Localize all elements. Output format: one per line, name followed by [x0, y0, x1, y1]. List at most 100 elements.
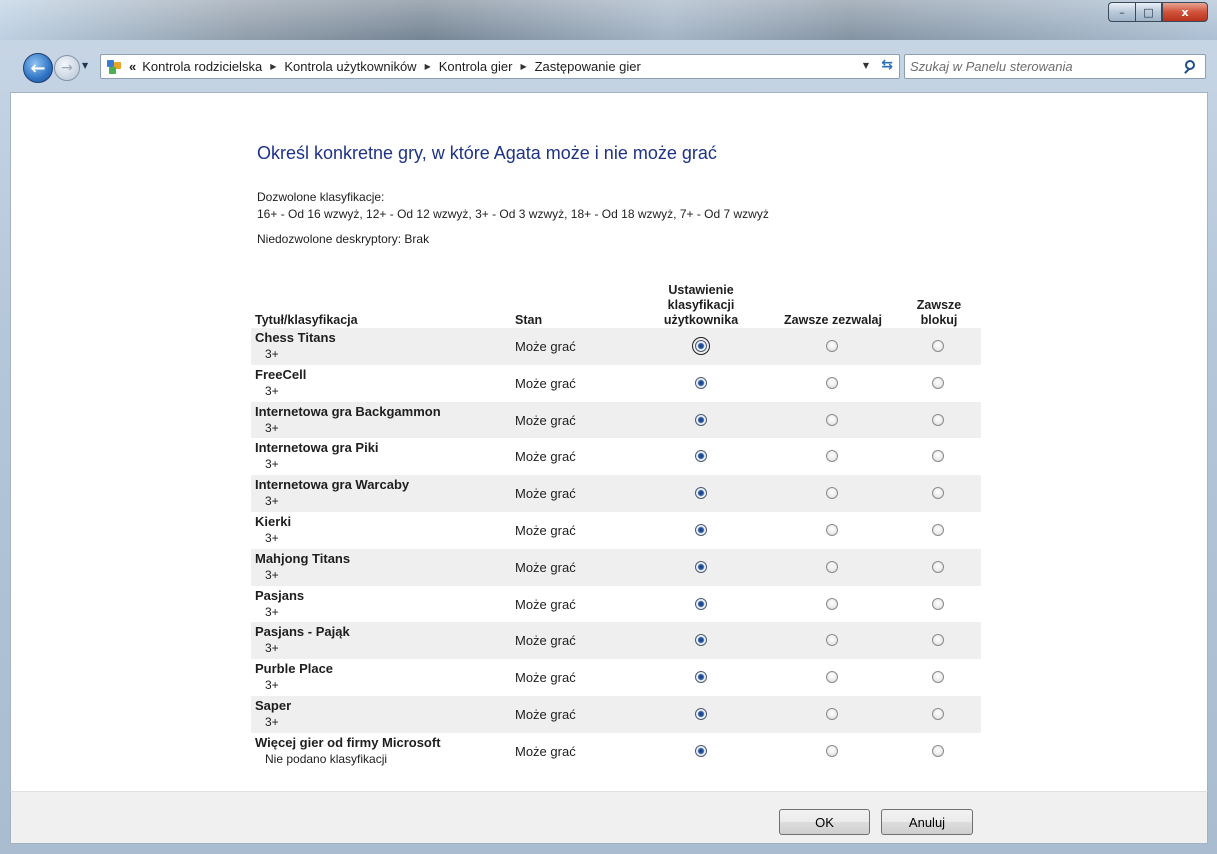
table-row: Purble Place 3+ Może grać	[251, 659, 981, 696]
game-title: Purble Place	[255, 661, 334, 677]
radio-always-block[interactable]	[932, 413, 944, 426]
radio-always-allow[interactable]	[826, 487, 838, 500]
minimize-button[interactable]: –	[1108, 2, 1135, 22]
radio-user-setting[interactable]	[695, 707, 707, 720]
game-status: Może grać	[515, 375, 576, 391]
arrow-left-icon: ←	[30, 57, 46, 79]
radio-always-allow[interactable]	[826, 560, 838, 573]
radio-user-setting[interactable]	[695, 671, 707, 684]
game-rating: 3+	[265, 567, 279, 582]
close-button[interactable]: x	[1162, 2, 1208, 22]
game-rating: 3+	[265, 420, 279, 435]
breadcrumb-overflow[interactable]: «	[129, 59, 136, 74]
main-content: Określ konkretne gry, w które Agata może…	[10, 92, 1208, 792]
address-bar[interactable]: « Kontrola rodzicielska ▶ Kontrola użytk…	[100, 54, 900, 79]
radio-always-allow[interactable]	[826, 597, 838, 610]
table-row: Internetowa gra Piki 3+ Może grać	[251, 438, 981, 475]
radio-always-allow[interactable]	[826, 450, 838, 463]
search-input[interactable]	[905, 59, 1183, 74]
game-status: Może grać	[515, 596, 576, 612]
table-row: Pasjans - Pająk 3+ Może grać	[251, 622, 981, 660]
refresh-icon[interactable]: ⇆	[881, 57, 893, 73]
title-bar[interactable]: – □ x	[0, 0, 1217, 40]
recent-pages-dropdown[interactable]: ▼	[82, 61, 92, 71]
radio-always-block[interactable]	[932, 597, 944, 610]
radio-user-setting[interactable]	[695, 450, 707, 463]
back-button[interactable]: ←	[23, 53, 53, 83]
game-rating: 3+	[265, 347, 279, 361]
table-row: Chess Titans 3+ Może grać	[251, 328, 981, 365]
radio-always-allow[interactable]	[826, 413, 838, 426]
dialog-footer: OK Anuluj	[10, 791, 1208, 844]
breadcrumb-item-game-controls[interactable]: Kontrola gier	[439, 59, 513, 74]
allowed-ratings-label: Dozwolone klasyfikacje:	[257, 190, 385, 204]
game-status: Może grać	[515, 522, 576, 538]
table-row: Pasjans 3+ Może grać	[251, 586, 981, 623]
radio-user-setting[interactable]	[695, 560, 707, 573]
radio-always-allow[interactable]	[826, 634, 838, 647]
radio-user-setting[interactable]	[695, 376, 707, 389]
breadcrumb: « Kontrola rodzicielska ▶ Kontrola użytk…	[129, 59, 641, 74]
disallowed-descriptors: Niedozwolone deskryptory: Brak	[257, 232, 430, 246]
game-title: FreeCell	[255, 366, 307, 382]
breadcrumb-item-user-controls[interactable]: Kontrola użytkowników	[284, 59, 416, 74]
breadcrumb-item-game-overrides[interactable]: Zastępowanie gier	[535, 59, 641, 74]
game-title: Saper	[255, 697, 292, 713]
column-header-always-allow: Zawsze zezwalaj	[784, 313, 882, 327]
chevron-right-icon[interactable]: ▶	[425, 62, 431, 71]
radio-user-setting[interactable]	[695, 523, 707, 536]
game-title: Chess Titans	[255, 330, 336, 345]
ok-button[interactable]: OK	[779, 809, 870, 835]
radio-always-block[interactable]	[932, 744, 944, 757]
radio-always-block[interactable]	[932, 450, 944, 463]
radio-always-allow[interactable]	[826, 523, 838, 536]
table-row: Internetowa gra Backgammon 3+ Może grać	[251, 401, 981, 439]
maximize-button[interactable]: □	[1135, 2, 1162, 22]
table-row: Więcej gier od firmy Microsoft Nie podano…	[251, 733, 981, 770]
address-dropdown-icon[interactable]: ▼	[863, 61, 869, 70]
title-bar-glow	[0, 0, 1217, 40]
radio-always-allow[interactable]	[826, 707, 838, 720]
radio-always-allow[interactable]	[826, 744, 838, 757]
game-rating: 3+	[265, 678, 279, 693]
game-status: Może grać	[515, 706, 576, 722]
chevron-right-icon[interactable]: ▶	[270, 62, 276, 71]
control-panel-icon	[105, 58, 123, 76]
game-status: Może grać	[515, 339, 576, 354]
page-title: Określ konkretne gry, w które Agata może…	[257, 143, 717, 163]
window-frame: – □ x ← → ▼ « Kontrola rodzicielska ▶ Ko…	[0, 0, 1217, 854]
radio-user-setting[interactable]	[692, 337, 710, 355]
radio-user-setting[interactable]	[695, 413, 707, 426]
cancel-button[interactable]: Anuluj	[881, 809, 973, 835]
forward-button[interactable]: →	[54, 55, 80, 81]
radio-always-block[interactable]	[932, 634, 944, 647]
breadcrumb-item-parental-controls[interactable]: Kontrola rodzicielska	[142, 59, 262, 74]
table-header: Tytuł/klasyfikacja Stan Ustawienie klasy…	[251, 276, 981, 328]
chevron-right-icon[interactable]: ▶	[520, 62, 526, 71]
radio-always-block[interactable]	[932, 523, 944, 536]
search-box[interactable]	[904, 54, 1206, 79]
table-row: Saper 3+ Może grać	[251, 695, 981, 733]
game-rating: 3+	[265, 530, 279, 545]
radio-always-allow[interactable]	[826, 671, 838, 684]
radio-user-setting[interactable]	[695, 597, 707, 610]
radio-user-setting[interactable]	[695, 487, 707, 500]
radio-always-allow[interactable]	[826, 340, 838, 352]
game-status: Może grać	[515, 559, 576, 575]
radio-always-block[interactable]	[932, 340, 944, 352]
radio-always-block[interactable]	[932, 671, 944, 684]
radio-always-block[interactable]	[932, 707, 944, 720]
radio-user-setting[interactable]	[695, 744, 707, 757]
game-rating: 3+	[265, 714, 279, 729]
game-status: Może grać	[515, 670, 576, 686]
allowed-ratings-values: 16+ - Od 16 wzwyż, 12+ - Od 12 wzwyż, 3+…	[257, 207, 769, 221]
game-rating: 3+	[265, 641, 279, 656]
search-icon[interactable]	[1183, 59, 1199, 75]
radio-user-setting[interactable]	[695, 634, 707, 647]
game-title: Kierki	[255, 513, 292, 529]
radio-always-block[interactable]	[932, 487, 944, 500]
column-header-status: Stan	[515, 313, 543, 327]
radio-always-allow[interactable]	[826, 376, 838, 389]
radio-always-block[interactable]	[932, 376, 944, 389]
radio-always-block[interactable]	[932, 560, 944, 573]
